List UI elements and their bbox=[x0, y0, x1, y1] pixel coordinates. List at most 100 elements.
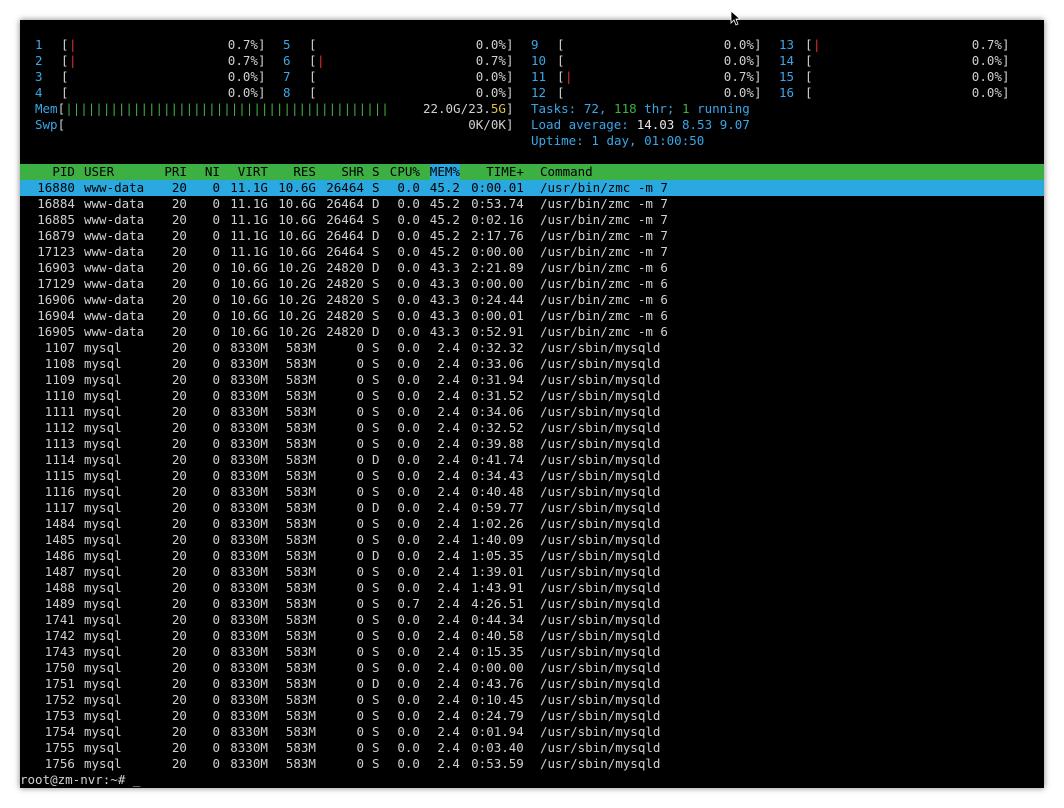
process-pri: 20 bbox=[171, 244, 187, 259]
process-row[interactable]: 1751 mysql 20 0 8330M 583M 0 D 0.0 2.4 0:43.76/usr… bbox=[20, 676, 1044, 692]
process-row[interactable]: 1111 mysql 20 0 8330M 583M 0 S 0.0 2.4 0:34.06/usr… bbox=[20, 404, 1044, 420]
process-row[interactable]: 16885 www-data 20 0 11.1G 10.6G 26464 S 0.0 45.2 0… bbox=[20, 212, 1044, 228]
process-virt: 11.1G bbox=[230, 244, 268, 259]
column-header-user[interactable]: USER bbox=[84, 164, 114, 180]
process-pri: 20 bbox=[171, 708, 187, 723]
process-res: 583M bbox=[285, 548, 316, 563]
process-row[interactable]: 1116 mysql 20 0 8330M 583M 0 S 0.0 2.4 0:40.48/usr… bbox=[20, 484, 1044, 500]
process-mem: 43.3 bbox=[429, 276, 460, 291]
process-pri: 20 bbox=[171, 580, 187, 595]
process-row[interactable]: 1114 mysql 20 0 8330M 583M 0 D 0.0 2.4 0:41.74/usr… bbox=[20, 452, 1044, 468]
cpu-percent: 0.0% bbox=[227, 85, 258, 100]
process-row[interactable]: 1110 mysql 20 0 8330M 583M 0 S 0.0 2.4 0:31.52/usr… bbox=[20, 388, 1044, 404]
column-header-virt[interactable]: VIRT bbox=[238, 164, 268, 180]
process-row[interactable]: 1752 mysql 20 0 8330M 583M 0 S 0.0 2.4 0:10.45/usr… bbox=[20, 692, 1044, 708]
process-mem: 2.4 bbox=[437, 372, 460, 387]
process-shr: 0 bbox=[356, 724, 364, 739]
process-row[interactable]: 17129 www-data 20 0 10.6G 10.2G 24820 S 0.0 43.3 0… bbox=[20, 276, 1044, 292]
process-time: 0:59.77 bbox=[471, 500, 524, 515]
process-table-header[interactable]: PID USER PRI NI VIRT RES SHR S CPU% MEM% TIME+ Comm… bbox=[20, 164, 1044, 180]
process-row[interactable]: 17123 www-data 20 0 11.1G 10.6G 26464 S 0.0 45.2 0… bbox=[20, 244, 1044, 260]
column-header-time[interactable]: TIME+ bbox=[486, 164, 524, 180]
process-row[interactable]: 1489 mysql 20 0 8330M 583M 0 S 0.7 2.4 4:26.51/usr… bbox=[20, 596, 1044, 612]
process-mem: 2.4 bbox=[437, 340, 460, 355]
process-pid: 16884 bbox=[37, 196, 75, 211]
process-pid: 16885 bbox=[37, 212, 75, 227]
process-shr: 0 bbox=[356, 468, 364, 483]
process-row[interactable]: 1484 mysql 20 0 8330M 583M 0 S 0.0 2.4 1:02.26/usr… bbox=[20, 516, 1044, 532]
column-header-pri[interactable]: PRI bbox=[164, 164, 187, 180]
process-pid: 16904 bbox=[37, 308, 75, 323]
process-shr: 0 bbox=[356, 388, 364, 403]
process-row[interactable]: 16884 www-data 20 0 11.1G 10.6G 26464 D 0.0 45.2 0… bbox=[20, 196, 1044, 212]
process-cmd: /usr/sbin/mysqld bbox=[540, 356, 661, 371]
process-row[interactable]: 1108 mysql 20 0 8330M 583M 0 S 0.0 2.4 0:33.06/usr… bbox=[20, 356, 1044, 372]
process-pid: 16880 bbox=[37, 180, 75, 195]
process-mem: 45.2 bbox=[429, 196, 460, 211]
process-shr: 0 bbox=[356, 404, 364, 419]
process-ni: 0 bbox=[212, 308, 220, 323]
process-virt: 8330M bbox=[230, 692, 268, 707]
column-header-ni[interactable]: NI bbox=[205, 164, 220, 180]
terminal-window[interactable]: 1[| 0.7%] 2[| 0.7%] 3[0.0%] 4[0.0%] 5[0.0%] 6[|… bbox=[20, 20, 1044, 788]
column-header-s[interactable]: S bbox=[372, 164, 380, 180]
load-1min: 14.03 bbox=[636, 117, 675, 132]
process-row[interactable]: 16903 www-data 20 0 10.6G 10.2G 24820 D 0.0 43.3 2… bbox=[20, 260, 1044, 276]
process-virt: 8330M bbox=[230, 404, 268, 419]
process-row[interactable]: 16880 www-data 20 0 11.1G 10.6G 26464 S 0.0 45.2 0… bbox=[20, 180, 1044, 196]
cpu-number: 5 bbox=[283, 37, 291, 52]
process-row[interactable]: 16906 www-data 20 0 10.6G 10.2G 24820 S 0.0 43.3 0… bbox=[20, 292, 1044, 308]
process-row[interactable]: 1115 mysql 20 0 8330M 583M 0 S 0.0 2.4 0:34.43/usr… bbox=[20, 468, 1044, 484]
process-pid: 1756 bbox=[44, 756, 75, 771]
process-time: 0:33.06 bbox=[471, 356, 524, 371]
column-header-command[interactable]: Command bbox=[540, 164, 593, 180]
process-row[interactable]: 1113 mysql 20 0 8330M 583M 0 S 0.0 2.4 0:39.88/usr… bbox=[20, 436, 1044, 452]
process-user: mysql bbox=[84, 468, 122, 483]
process-row[interactable]: 1750 mysql 20 0 8330M 583M 0 S 0.0 2.4 0:00.00/usr… bbox=[20, 660, 1044, 676]
process-row[interactable]: 1753 mysql 20 0 8330M 583M 0 S 0.0 2.4 0:24.79/usr… bbox=[20, 708, 1044, 724]
process-pri: 20 bbox=[171, 468, 187, 483]
process-time: 0:34.43 bbox=[471, 468, 524, 483]
process-row[interactable]: 16904 www-data 20 0 10.6G 10.2G 24820 S 0.0 43.3 0… bbox=[20, 308, 1044, 324]
process-row[interactable]: 1109 mysql 20 0 8330M 583M 0 S 0.0 2.4 0:31.94/usr… bbox=[20, 372, 1044, 388]
process-row[interactable]: 1488 mysql 20 0 8330M 583M 0 S 0.0 2.4 1:43.91/usr… bbox=[20, 580, 1044, 596]
column-header-mem[interactable]: MEM% bbox=[429, 164, 460, 180]
process-res: 583M bbox=[285, 388, 316, 403]
process-row[interactable]: 1487 mysql 20 0 8330M 583M 0 S 0.0 2.4 1:39.01/usr… bbox=[20, 564, 1044, 580]
process-mem: 2.4 bbox=[437, 452, 460, 467]
process-row[interactable]: 1756 mysql 20 0 8330M 583M 0 S 0.0 2.4 0:53.59/usr… bbox=[20, 756, 1044, 772]
cpu-bar-close: ] bbox=[754, 85, 762, 100]
process-row[interactable]: 1755 mysql 20 0 8330M 583M 0 S 0.0 2.4 0:03.40/usr… bbox=[20, 740, 1044, 756]
process-shr: 24820 bbox=[326, 324, 364, 339]
process-row[interactable]: 1754 mysql 20 0 8330M 583M 0 S 0.0 2.4 0:01.94/usr… bbox=[20, 724, 1044, 740]
column-header-res[interactable]: RES bbox=[293, 164, 316, 180]
shell-prompt[interactable]: root@zm-nvr:~# _ bbox=[20, 772, 140, 788]
process-res: 10.6G bbox=[278, 244, 316, 259]
process-row[interactable]: 1485 mysql 20 0 8330M 583M 0 S 0.0 2.4 1:40.09/usr… bbox=[20, 532, 1044, 548]
process-ni: 0 bbox=[212, 228, 220, 243]
process-ni: 0 bbox=[212, 356, 220, 371]
process-row[interactable]: 1117 mysql 20 0 8330M 583M 0 D 0.0 2.4 0:59.77/usr… bbox=[20, 500, 1044, 516]
process-row[interactable]: 1741 mysql 20 0 8330M 583M 0 S 0.0 2.4 0:44.34/usr… bbox=[20, 612, 1044, 628]
column-header-shr[interactable]: SHR bbox=[341, 164, 364, 180]
cpu-percent: 0.0% bbox=[971, 85, 1002, 100]
process-ni: 0 bbox=[212, 708, 220, 723]
process-virt: 11.1G bbox=[230, 212, 268, 227]
process-row[interactable]: 1742 mysql 20 0 8330M 583M 0 S 0.0 2.4 0:40.58/usr… bbox=[20, 628, 1044, 644]
process-shr: 26464 bbox=[326, 212, 364, 227]
process-row[interactable]: 16879 www-data 20 0 11.1G 10.6G 26464 D 0.0 45.2 2… bbox=[20, 228, 1044, 244]
process-ni: 0 bbox=[212, 548, 220, 563]
process-virt: 11.1G bbox=[230, 196, 268, 211]
column-header-cpu[interactable]: CPU% bbox=[390, 164, 420, 180]
process-row[interactable]: 16905 www-data 20 0 10.6G 10.2G 24820 D 0.0 43.3 0… bbox=[20, 324, 1044, 340]
cpu-percent: 0.0% bbox=[475, 69, 506, 84]
process-virt: 10.6G bbox=[230, 292, 268, 307]
process-row[interactable]: 1743 mysql 20 0 8330M 583M 0 S 0.0 2.4 0:15.35/usr… bbox=[20, 644, 1044, 660]
process-time: 0:53.59 bbox=[471, 756, 524, 771]
process-row[interactable]: 1107 mysql 20 0 8330M 583M 0 S 0.0 2.4 0:32.32/usr… bbox=[20, 340, 1044, 356]
process-user: mysql bbox=[84, 628, 122, 643]
process-row[interactable]: 1112 mysql 20 0 8330M 583M 0 S 0.0 2.4 0:32.52/usr… bbox=[20, 420, 1044, 436]
process-cmd: /usr/sbin/mysqld bbox=[540, 660, 661, 675]
process-row[interactable]: 1486 mysql 20 0 8330M 583M 0 D 0.0 2.4 1:05.35/usr… bbox=[20, 548, 1044, 564]
column-header-pid[interactable]: PID bbox=[52, 164, 75, 180]
